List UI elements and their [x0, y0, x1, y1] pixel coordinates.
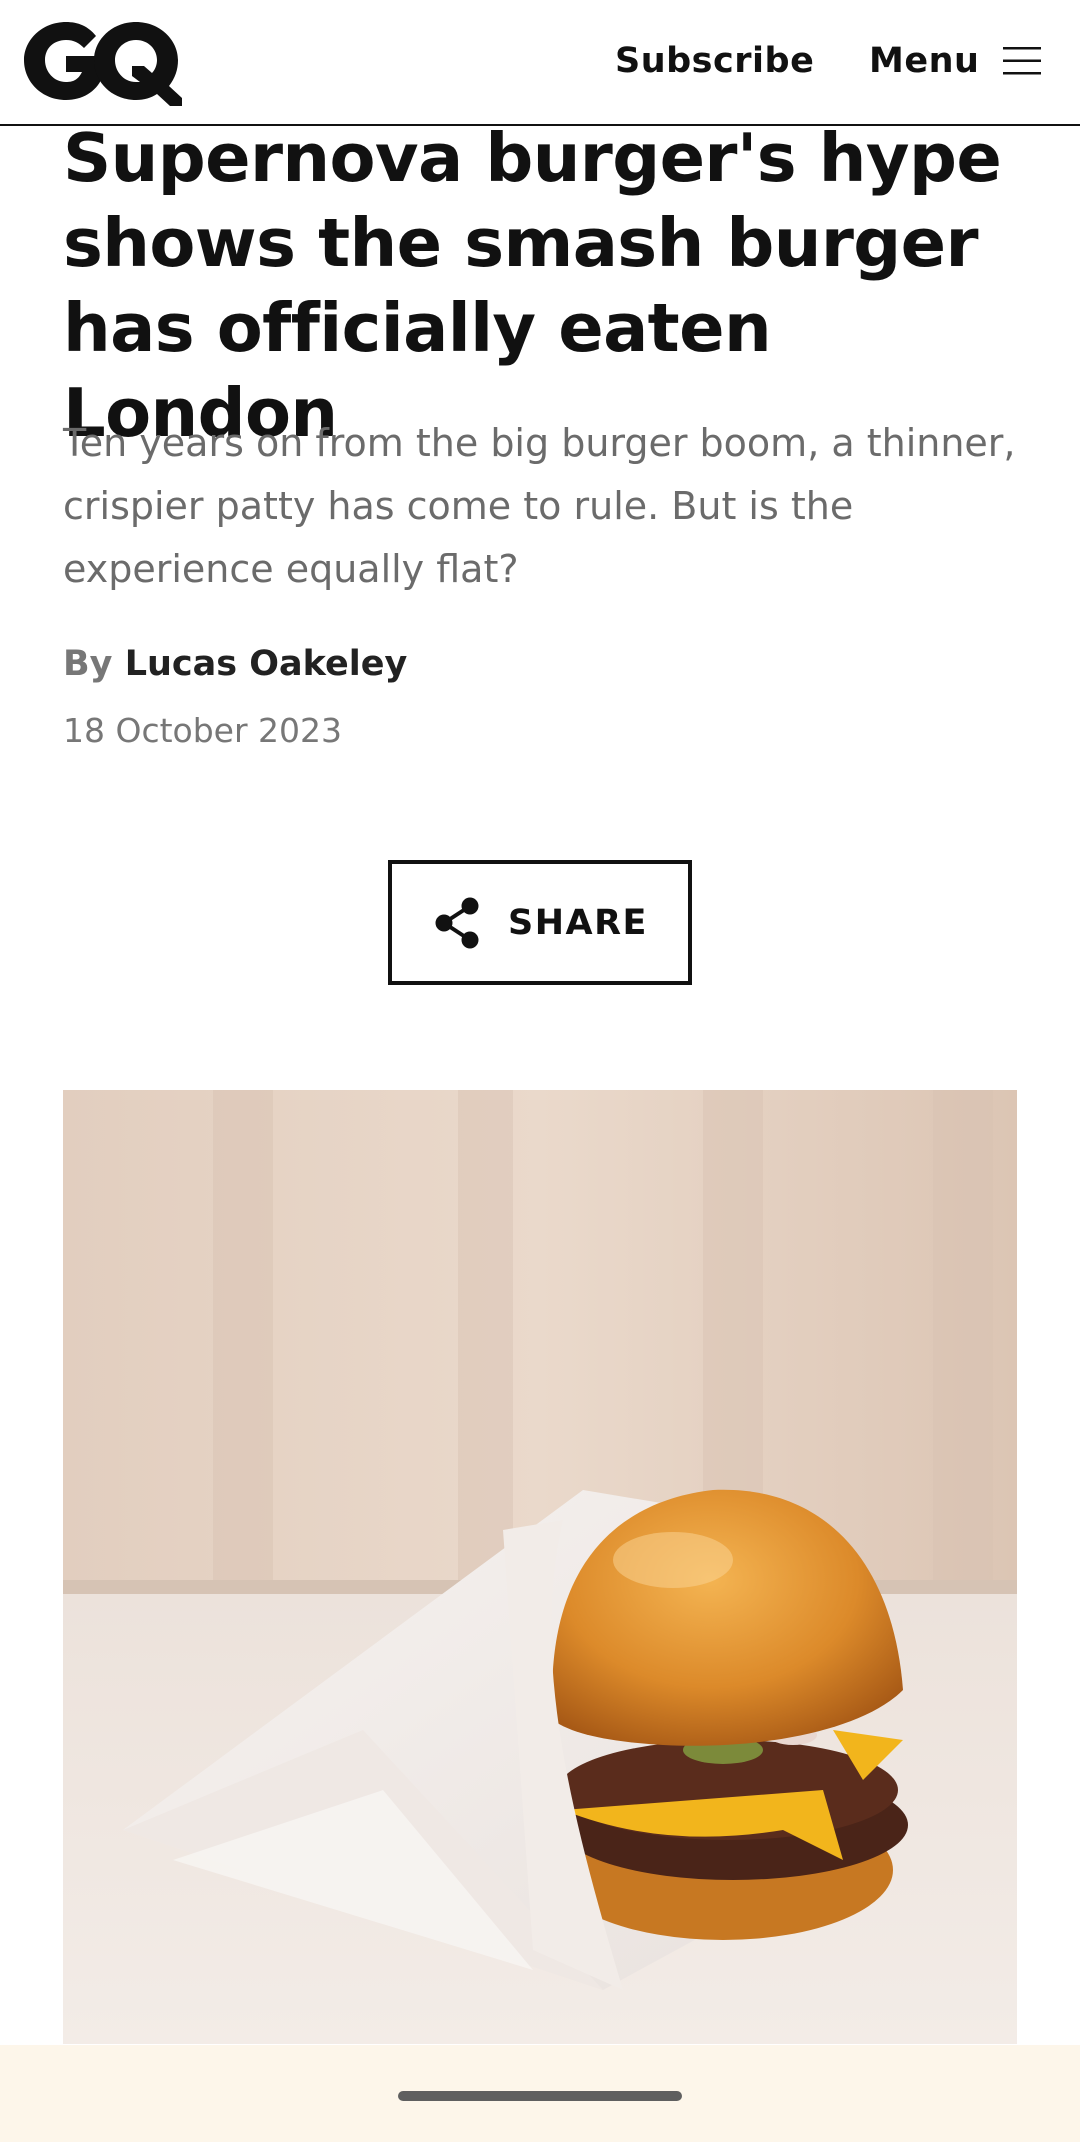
byline-prefix: By [63, 644, 113, 684]
article-dek: Ten years on from the big burger boom, a… [63, 421, 1016, 591]
hamburger-icon [1003, 47, 1042, 75]
hero-image [63, 1090, 1017, 2044]
menu-button[interactable]: Menu [869, 36, 1042, 86]
home-indicator[interactable] [398, 2091, 682, 2101]
site-header: Subscribe Menu [0, 0, 1080, 126]
share-button[interactable]: SHARE [388, 860, 692, 985]
menu-label: Menu [869, 41, 980, 81]
gq-logo[interactable] [18, 14, 182, 106]
subscribe-link[interactable]: Subscribe [615, 36, 814, 86]
share-label: SHARE [508, 902, 648, 943]
browser-bottom-bar [0, 2045, 1080, 2142]
byline: By Lucas Oakeley [63, 640, 407, 688]
publish-date: 18 October 2023 [63, 711, 343, 750]
share-icon [435, 897, 479, 948]
author-link[interactable]: Lucas Oakeley [125, 644, 408, 684]
article-headline: Supernova burger's hype shows the smash … [63, 119, 1002, 452]
